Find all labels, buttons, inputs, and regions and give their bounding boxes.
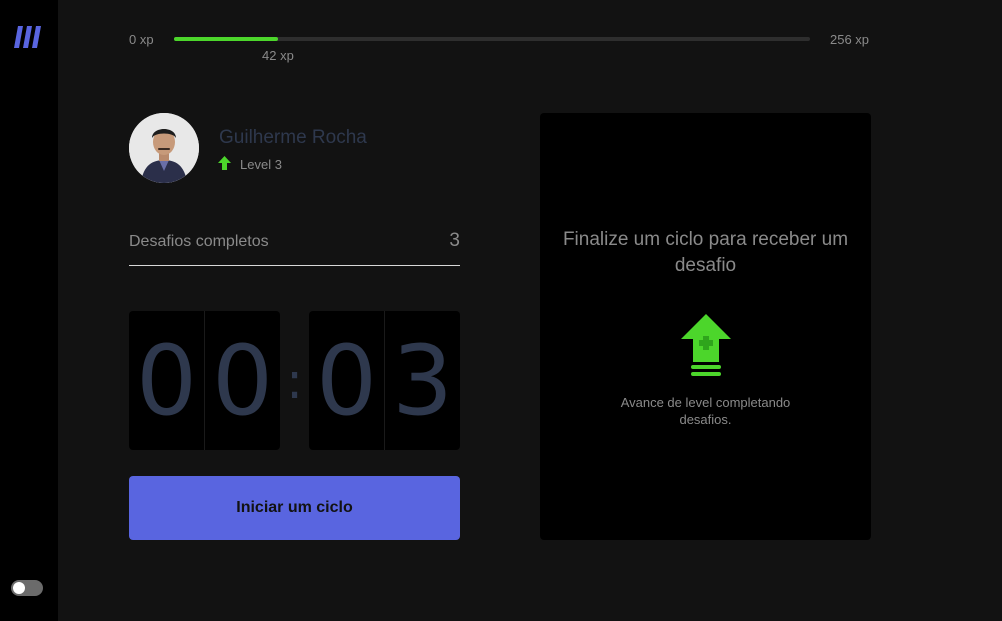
challenge-box-description: Avance de level completando desafios. [620,395,791,427]
completed-challenges: Desafios completos 3 [129,228,460,266]
countdown-separator: : [286,351,303,410]
level-up-icon [681,314,731,376]
avatar-portrait-icon [129,113,199,183]
xp-min-label: 0 xp [129,32,154,47]
minute-ones-digit: 0 [211,324,274,437]
sidebar [0,0,58,621]
completed-challenges-count: 3 [449,230,460,251]
second-tens-digit: 0 [309,311,385,450]
countdown-minutes: 0 0 [129,311,280,450]
xp-progress-bar [174,37,810,41]
level-label: Level 3 [240,157,282,172]
countdown-seconds: 0 3 [309,311,460,450]
app-root: 0 xp 42 xp 256 xp Guilherme Rocha Level … [0,0,1002,621]
second-ones-digit: 3 [391,324,454,437]
challenge-box: Finalize um ciclo para receber um desafi… [540,113,871,540]
completed-challenges-label: Desafios completos [129,233,269,250]
toggle-knob [13,582,25,594]
minute-tens-digit: 0 [129,311,205,450]
avatar [129,113,199,183]
theme-toggle[interactable] [11,580,43,596]
profile-name: Guilherme Rocha [219,127,367,148]
xp-current-label: 42 xp [262,48,294,63]
challenge-box-title: Finalize um ciclo para receber um desafi… [562,229,849,276]
level-up-arrow-icon [218,156,231,170]
xp-max-label: 256 xp [830,32,870,47]
start-cycle-button[interactable]: Iniciar um ciclo [129,476,460,540]
logo-icon [14,26,41,48]
xp-progress-fill [174,37,279,41]
